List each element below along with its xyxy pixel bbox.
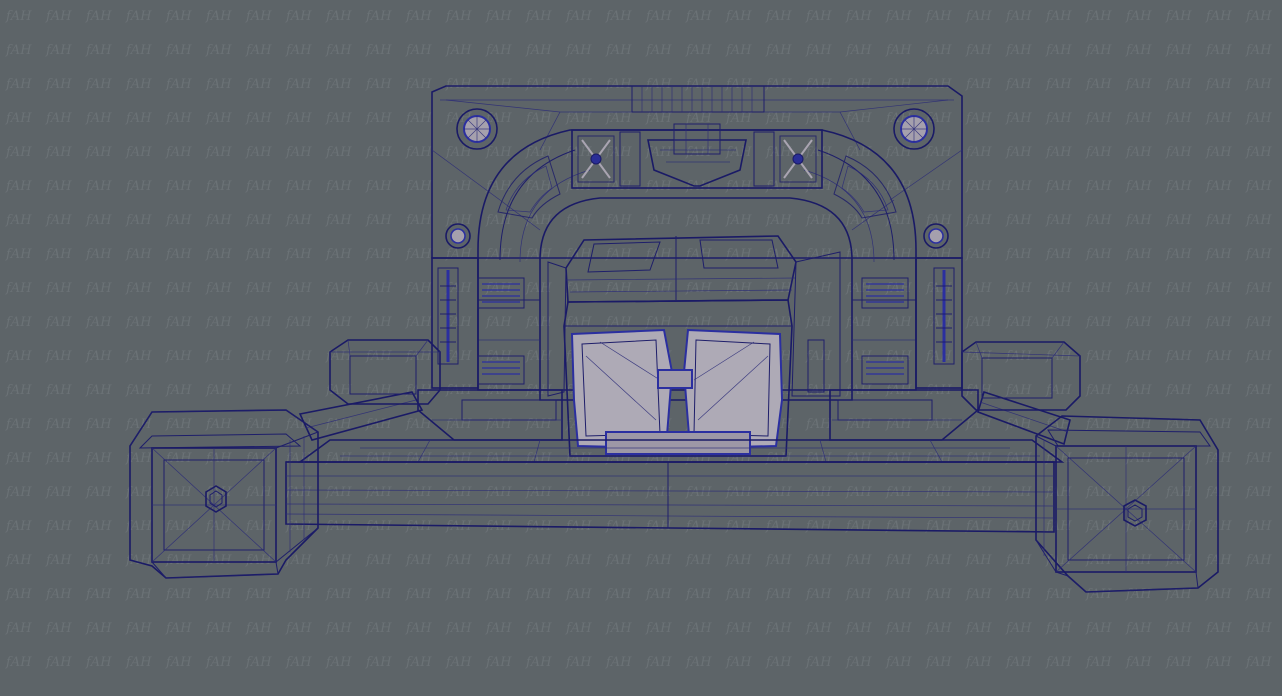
bolt-mid-left-icon bbox=[445, 223, 471, 249]
back-panel bbox=[431, 85, 963, 259]
inner-recess-right bbox=[791, 251, 841, 397]
back-corner-cube-right bbox=[961, 341, 1081, 411]
inner-recess-left bbox=[547, 261, 567, 397]
bolt-top-left-icon bbox=[456, 108, 498, 150]
top-grille bbox=[631, 85, 765, 113]
back-side-beam-right bbox=[977, 390, 1071, 446]
hex-bolt-right-icon bbox=[1123, 499, 1147, 527]
front-corner-cube-right bbox=[1035, 415, 1219, 593]
wireframe-model bbox=[129, 85, 1219, 593]
right-pillar bbox=[861, 257, 963, 389]
arch-keystone-emblem bbox=[571, 123, 823, 189]
hex-bolt-left-icon bbox=[205, 485, 227, 513]
front-corner-cube-left bbox=[129, 409, 319, 579]
3d-viewport[interactable]: fAH fAH fAH fAH fAH fAH fAH fAH fAH fAH fAH fAH fAH f… bbox=[0, 0, 1282, 696]
back-corner-cube-left bbox=[329, 339, 441, 405]
front-main-beam bbox=[285, 461, 1055, 533]
bolt-mid-right-icon bbox=[923, 223, 949, 249]
bolt-top-right-icon bbox=[893, 108, 935, 150]
left-pillar bbox=[431, 257, 525, 389]
center-door bbox=[563, 235, 797, 457]
